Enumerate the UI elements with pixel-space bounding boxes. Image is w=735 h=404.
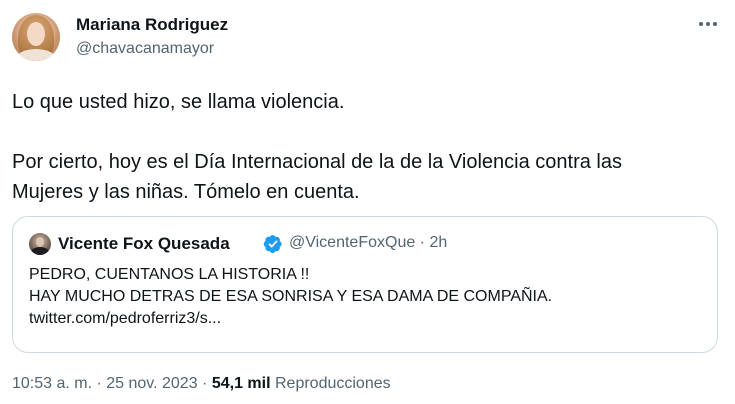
more-options-button[interactable] — [696, 14, 720, 34]
author-handle[interactable]: @chavacanamayor — [76, 40, 214, 58]
quoted-text-line: PEDRO, CUENTANOS LA HISTORIA !! — [29, 266, 310, 283]
tweet-paragraph-line: Por cierto, hoy es el Día Internacional … — [12, 151, 622, 173]
quoted-author-handle-time: @VicenteFoxQue · 2h — [289, 234, 448, 251]
tweet-text: Lo que usted hizo, se llama violencia. P… — [12, 87, 712, 207]
quoted-author-name: Vicente Fox Quesada — [58, 234, 230, 253]
tweet-timestamp[interactable]: 10:53 a. m. · 25 nov. 2023 · — [12, 375, 212, 392]
quoted-tweet[interactable]: Vicente Fox Quesada @VicenteFoxQue · 2h … — [12, 216, 718, 353]
quoted-link[interactable]: twitter.com/pedroferriz3/s... — [29, 308, 709, 330]
tweet-metadata: 10:53 a. m. · 25 nov. 2023 · 54,1 mil Re… — [12, 375, 391, 393]
tweet: Mariana Rodriguez @chavacanamayor Lo que… — [0, 0, 735, 404]
views-label: Reproducciones — [274, 375, 391, 392]
quoted-tweet-text: PEDRO, CUENTANOS LA HISTORIA !! HAY MUCH… — [29, 264, 709, 330]
verified-badge-icon — [263, 235, 282, 253]
author-avatar[interactable] — [12, 13, 60, 61]
more-horizontal-icon — [699, 22, 703, 26]
tweet-paragraph: Lo que usted hizo, se llama violencia. — [12, 91, 345, 113]
quoted-author-avatar — [29, 233, 51, 255]
views-count: 54,1 mil — [211, 375, 271, 392]
quoted-text-line: HAY MUCHO DETRAS DE ESA SONRISA Y ESA DA… — [29, 288, 553, 305]
tweet-paragraph-line: Mujeres y las niñas. Tómelo en cuenta. — [12, 181, 360, 203]
author-name[interactable]: Mariana Rodriguez — [76, 15, 228, 35]
